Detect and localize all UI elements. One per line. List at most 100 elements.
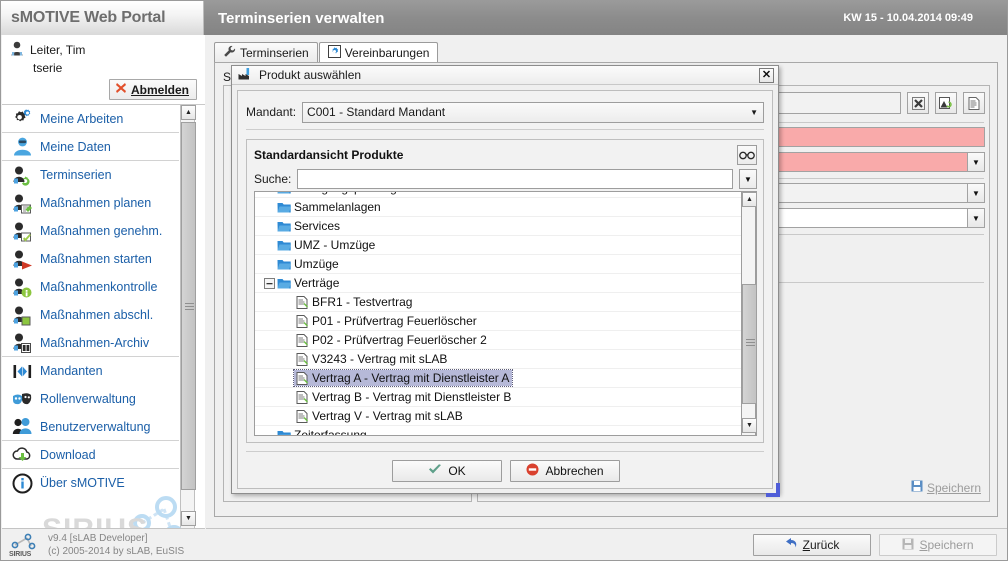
dialog-titlebar[interactable]: Produkt auswählen ✕ [232, 66, 778, 85]
info-icon [12, 473, 33, 494]
mandant-label: Mandant: [246, 105, 297, 119]
sidebar-item-meine-daten[interactable]: Meine Daten [2, 133, 179, 161]
sidebar-item-label: Über sMOTIVE [40, 476, 125, 490]
folder-icon [277, 428, 291, 435]
folder-icon [277, 219, 291, 233]
sidebar-item-terminserien[interactable]: Terminserien [2, 161, 179, 189]
tree-row[interactable]: P01 - Prüfvertrag Feuerlöscher [255, 312, 742, 331]
product-select-dialog: Produkt auswählen ✕ Mandant: C001 - Stan… [231, 65, 780, 497]
glasses-icon-button[interactable] [737, 145, 757, 165]
sidebar-item-ma-nahmen-starten[interactable]: Maßnahmen starten [2, 245, 179, 273]
picker-icon-button[interactable] [935, 92, 957, 114]
tree-scrollbar[interactable]: ▲ ▼ [741, 191, 757, 436]
tree-scroll-up-button[interactable]: ▲ [742, 192, 757, 207]
chevron-down-icon-3[interactable]: ▼ [967, 183, 985, 203]
sidebar-item-ma-nahmen-abschl[interactable]: Maßnahmen abschl. [2, 301, 179, 329]
tree-row-content: Vertrag V - Vertrag mit sLAB [294, 408, 466, 424]
dialog-divider [246, 129, 764, 130]
tree-twisty-spacer [263, 192, 276, 195]
person-start-icon [12, 249, 33, 270]
tree-row[interactable]: Zeiterfassung [255, 426, 742, 436]
sidebar-item-ma-nahmen-archiv[interactable]: Maßnahmen-Archiv [2, 329, 179, 357]
tree-row[interactable]: UMZ - Umzüge [255, 236, 742, 255]
tree-row[interactable]: V3243 - Vertrag mit sLAB [255, 350, 742, 369]
product-tree[interactable]: Reinigungsplanung Sammelanlagen Services UM… [254, 191, 757, 436]
tree-twisty-spacer [281, 315, 294, 328]
sidebar-item-ma-nahmen-genehm[interactable]: Maßnahmen genehm. [2, 217, 179, 245]
tree-row-content: Reinigungsplanung [276, 192, 400, 196]
tree-scroll-thumb[interactable] [742, 284, 757, 404]
clients-icon [12, 361, 33, 382]
mandant-select[interactable]: C001 - Standard Mandant ▼ [302, 101, 764, 123]
sidebar-item-meine-arbeiten[interactable]: Meine Arbeiten [2, 105, 179, 133]
tabstrip: Terminserien Vereinbarungen [214, 42, 439, 62]
user-login: tserie [33, 61, 63, 75]
sidebar-item-download[interactable]: Download [2, 441, 179, 469]
chevron-down-icon-search[interactable]: ▼ [739, 169, 757, 189]
clear-x-icon-button[interactable] [907, 92, 929, 114]
tree-row[interactable]: Services [255, 217, 742, 236]
tree-row[interactable]: Umzüge [255, 255, 742, 274]
sidebar-scroll-up-button[interactable]: ▲ [181, 105, 196, 120]
sidebar-item-label: Maßnahmen genehm. [40, 224, 163, 238]
panel-save-label: Speichern [926, 480, 981, 495]
sidebar-item-ma-nahmenkontrolle[interactable]: Maßnahmenkontrolle [2, 273, 179, 301]
tree-row-content: Umzüge [276, 256, 342, 272]
sidebar-item-ma-nahmen-planen[interactable]: Maßnahmen planen [2, 189, 179, 217]
sidebar-scroll-thumb[interactable] [181, 122, 196, 490]
ok-button[interactable]: OK [392, 460, 502, 482]
back-button[interactable]: Zurück [753, 534, 871, 556]
tree-row-content: P01 - Prüfvertrag Feuerlöscher [294, 313, 480, 329]
users-icon [12, 416, 33, 437]
tree-row[interactable]: Sammelanlagen [255, 198, 742, 217]
collapse-toggle-icon[interactable] [263, 277, 276, 290]
document-icon [295, 371, 309, 385]
sidebar-scroll-down-button[interactable]: ▼ [181, 511, 196, 526]
tree-row[interactable]: P02 - Prüfvertrag Feuerlöscher 2 [255, 331, 742, 350]
search-row: Suche: ▼ [247, 167, 763, 189]
product-group-header: Standardansicht Produkte [247, 140, 763, 167]
tree-row[interactable]: Vertrag B - Vertrag mit Dienstleister B [255, 388, 742, 407]
sidebar-item-label: Rollenverwaltung [40, 392, 136, 406]
document-icon [295, 333, 309, 347]
tree-row[interactable]: Verträge [255, 274, 742, 293]
tree-row[interactable]: Vertrag A - Vertrag mit Dienstleister A [255, 369, 742, 388]
tree-scroll-grip [746, 339, 755, 346]
tree-row-label: Umzüge [294, 257, 339, 271]
sidebar-item-mandanten[interactable]: Mandanten [2, 357, 179, 385]
tree-row-label: Vertrag A - Vertrag mit Dienstleister A [312, 371, 510, 385]
tree-row-label: P02 - Prüfvertrag Feuerlöscher 2 [312, 333, 487, 347]
tree-row-content: Sammelanlagen [276, 199, 384, 215]
save-button[interactable]: Speichern [879, 534, 997, 556]
document-icon-button[interactable] [963, 92, 985, 114]
sidebar-item-ber-smotive[interactable]: Über sMOTIVE [2, 469, 179, 497]
tree-row[interactable]: BFR1 - Testvertrag [255, 293, 742, 312]
folder-icon [277, 276, 291, 290]
product-group: Standardansicht Produkte Suche: ▼ Sammel… [246, 139, 764, 443]
user-name-row: Leiter, Tim [10, 41, 197, 58]
sidebar-item-label: Meine Daten [40, 139, 111, 154]
tree-scroll-down-button[interactable]: ▼ [742, 418, 757, 433]
tree-row[interactable]: Vertrag V - Vertrag mit sLAB [255, 407, 742, 426]
tree-row[interactable]: Reinigungsplanung [255, 192, 742, 198]
person-recurring-icon [12, 165, 33, 186]
search-input[interactable] [297, 169, 733, 189]
sidebar-nav-list: Meine Arbeiten Meine Daten Terminserien Maß… [2, 105, 179, 497]
tree-row-content: V3243 - Vertrag mit sLAB [294, 351, 450, 367]
sidebar-item-rollenverwaltung[interactable]: Rollenverwaltung [2, 385, 179, 413]
chevron-down-icon-4[interactable]: ▼ [967, 208, 985, 228]
chevron-down-icon-2[interactable]: ▼ [967, 152, 985, 172]
sidebar-scrollbar[interactable]: ▲ ▼ [180, 105, 196, 528]
sidebar-item-label: Maßnahmen-Archiv [40, 335, 150, 350]
tree-twisty-spacer [263, 429, 276, 436]
tab-terminserien[interactable]: Terminserien [214, 42, 318, 62]
document-icon [295, 295, 309, 309]
sidebar-item-benutzerverwaltung[interactable]: Benutzerverwaltung [2, 413, 179, 441]
logout-button[interactable]: Abmelden [108, 79, 197, 100]
panel-save-link[interactable]: Speichern [911, 480, 981, 495]
tree-twisty-spacer [263, 220, 276, 233]
cancel-button[interactable]: Abbrechen [510, 460, 620, 482]
close-icon[interactable]: ✕ [759, 67, 774, 83]
tab-vereinbarungen[interactable]: Vereinbarungen [318, 42, 439, 62]
ok-label: OK [448, 464, 466, 478]
